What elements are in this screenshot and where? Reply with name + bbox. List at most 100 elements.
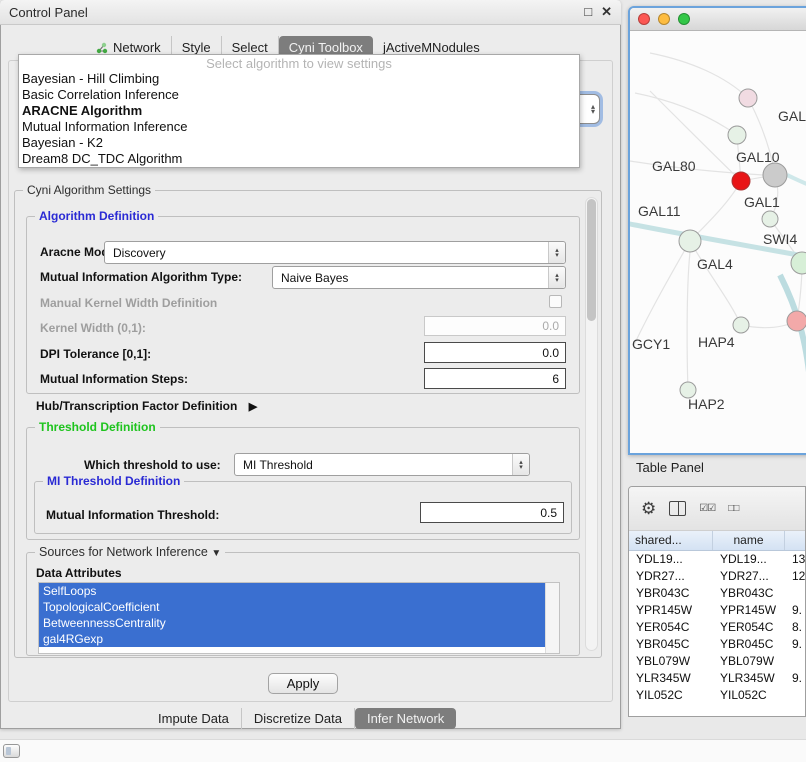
dropdown-item[interactable]: Bayesian - K2: [19, 135, 579, 151]
data-attributes-list[interactable]: SelfLoops TopologicalCoefficient Between…: [38, 582, 560, 654]
combo-stepper-icon: ▴▾: [591, 104, 595, 114]
node-label: SWI4: [763, 231, 797, 247]
cell: YPR145W: [713, 602, 785, 619]
dpi-tolerance-label: DPI Tolerance [0,1]:: [40, 347, 151, 361]
mi-type-label: Mutual Information Algorithm Type:: [40, 270, 242, 284]
combo-value: Discovery: [113, 246, 166, 260]
attribute-item-selected[interactable]: BetweennessCentrality: [39, 615, 545, 631]
apply-button[interactable]: Apply: [268, 673, 338, 694]
attribute-item-selected[interactable]: gal4RGexp: [39, 631, 545, 647]
settings-scrollbar-thumb[interactable]: [587, 199, 596, 321]
network-node[interactable]: [787, 311, 806, 331]
cell: [785, 687, 805, 704]
dropdown-item-selected[interactable]: ARACNE Algorithm: [19, 103, 579, 119]
table-header-row: shared... name: [629, 531, 805, 551]
node-label: GAL4: [697, 256, 733, 272]
node-label: GAL10: [736, 149, 780, 165]
tab-infer-network[interactable]: Infer Network: [355, 708, 456, 729]
network-node[interactable]: [762, 211, 778, 227]
control-panel-titlebar: Control Panel □ ✕: [0, 0, 621, 25]
cell: YER054C: [713, 619, 785, 636]
float-window-icon[interactable]: □: [584, 4, 592, 20]
group-title: Algorithm Definition: [35, 209, 158, 223]
table-row[interactable]: YDR27... YDR27... 12: [629, 568, 805, 585]
cell: [785, 653, 805, 670]
cell: 8.: [785, 619, 805, 636]
aracne-mode-combobox[interactable]: Discovery ▴▾: [104, 241, 566, 264]
mi-steps-label: Mutual Information Steps:: [40, 372, 188, 386]
node-label: HAP2: [688, 396, 725, 412]
tab-label: Discretize Data: [254, 711, 342, 726]
attribute-item-selected[interactable]: TopologicalCoefficient: [39, 599, 545, 615]
kernel-width-field[interactable]: 0.0: [424, 316, 566, 336]
node-label: GAL: [778, 108, 806, 124]
tab-label: Infer Network: [367, 711, 444, 726]
hub-section-toggle[interactable]: Hub/Transcription Factor Definition ▶: [36, 399, 257, 413]
tab-label: Cyni Toolbox: [289, 40, 363, 55]
columns-icon[interactable]: [669, 501, 686, 516]
network-node[interactable]: [733, 317, 749, 333]
cell: YBR043C: [629, 585, 713, 602]
network-node[interactable]: [728, 126, 746, 144]
attribute-item-selected[interactable]: SelfLoops: [39, 583, 545, 599]
node-label: GAL11: [638, 203, 681, 219]
cell: YIL052C: [713, 687, 785, 704]
network-node[interactable]: [732, 172, 750, 190]
field-value: 6: [552, 372, 559, 386]
network-canvas[interactable]: GAL GAL80 GAL10 GAL11 GAL1 SWI4 GAL4 GCY…: [630, 31, 806, 455]
network-edge-thick: [787, 175, 806, 189]
dropdown-item[interactable]: Basic Correlation Inference: [19, 87, 579, 103]
kernel-width-label: Kernel Width (0,1):: [40, 321, 146, 335]
minimize-traffic-light-icon[interactable]: [658, 13, 670, 25]
table-row[interactable]: YIL052C YIL052C: [629, 687, 805, 704]
network-node[interactable]: [763, 163, 787, 187]
close-window-icon[interactable]: ✕: [601, 4, 612, 20]
unchecked-checkboxes-icon[interactable]: □□: [728, 503, 738, 514]
table-row[interactable]: YBR043C YBR043C: [629, 585, 805, 602]
table-row[interactable]: YDL19... YDL19... 13: [629, 551, 805, 568]
table-row[interactable]: YPR145W YPR145W 9.: [629, 602, 805, 619]
network-node[interactable]: [679, 230, 701, 252]
tab-label: Select: [232, 40, 268, 55]
manual-kernel-checkbox[interactable]: [549, 295, 562, 308]
cell: 9.: [785, 670, 805, 687]
cell: YBL079W: [713, 653, 785, 670]
table-panel-toolbar: ⚙ ☑☑ □□: [629, 487, 805, 531]
table-row[interactable]: YBL079W YBL079W: [629, 653, 805, 670]
column-header-clipped[interactable]: [785, 531, 805, 550]
tab-discretize-data[interactable]: Discretize Data: [242, 708, 355, 729]
data-attributes-label: Data Attributes: [36, 566, 122, 580]
checked-checkboxes-icon[interactable]: ☑☑: [699, 503, 715, 514]
table-row[interactable]: YBR045C YBR045C 9.: [629, 636, 805, 653]
attributes-scrollbar[interactable]: [545, 583, 559, 653]
combo-stepper-icon: ▴▾: [548, 242, 565, 263]
dropdown-item[interactable]: Bayesian - Hill Climbing: [19, 71, 579, 87]
group-title: Cyni Algorithm Settings: [23, 183, 155, 197]
manual-kernel-label: Manual Kernel Width Definition: [40, 296, 217, 310]
mi-threshold-field[interactable]: 0.5: [420, 502, 564, 523]
network-window-titlebar: [630, 8, 806, 31]
tab-impute-data[interactable]: Impute Data: [146, 708, 242, 729]
settings-scrollbar[interactable]: [585, 197, 598, 651]
tab-label: Style: [182, 40, 211, 55]
network-view-window: GAL GAL80 GAL10 GAL11 GAL1 SWI4 GAL4 GCY…: [628, 6, 806, 455]
dpi-tolerance-field[interactable]: 0.0: [424, 342, 566, 363]
column-header-shared-name[interactable]: shared...: [629, 531, 713, 550]
dropdown-item[interactable]: Mutual Information Inference: [19, 119, 579, 135]
gear-icon[interactable]: ⚙: [641, 499, 656, 519]
mi-type-combobox[interactable]: Naive Bayes ▴▾: [272, 266, 566, 289]
cell: YDR27...: [713, 568, 785, 585]
sources-group-toggle[interactable]: Sources for Network Inference ▼: [35, 545, 225, 559]
dropdown-item[interactable]: Dream8 DC_TDC Algorithm: [19, 151, 579, 167]
column-header-name[interactable]: name: [713, 531, 785, 550]
network-node[interactable]: [739, 89, 757, 107]
which-threshold-combobox[interactable]: MI Threshold ▴▾: [234, 453, 530, 476]
table-row[interactable]: YLR345W YLR345W 9.: [629, 670, 805, 687]
table-row[interactable]: YER054C YER054C 8.: [629, 619, 805, 636]
zoom-traffic-light-icon[interactable]: [678, 13, 690, 25]
minimized-panel-icon[interactable]: [3, 744, 20, 758]
mi-steps-field[interactable]: 6: [424, 368, 566, 389]
node-label: GAL80: [652, 158, 696, 174]
table-body: YDL19... YDL19... 13 YDR27... YDR27... 1…: [629, 551, 805, 704]
close-traffic-light-icon[interactable]: [638, 13, 650, 25]
